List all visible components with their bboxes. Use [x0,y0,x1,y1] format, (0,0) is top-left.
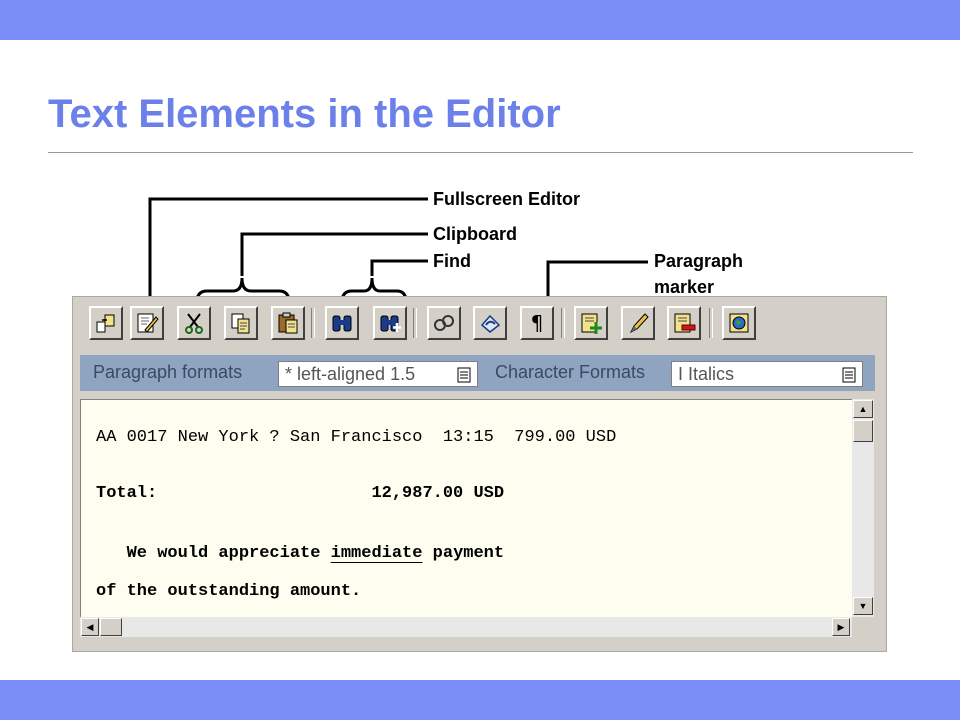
find-next-icon [380,315,401,332]
change-mode-icon [96,314,115,333]
paragraph-format-select[interactable]: * left-aligned 1.5 [278,361,478,387]
vertical-scroll-thumb[interactable] [853,420,873,442]
fullscreen-editor-icon [137,313,159,333]
bottom-band [0,680,960,720]
graphics-icon [729,313,749,333]
callout-find: Find [433,251,471,271]
callout-paragraph: Paragraph [654,251,744,271]
svg-text:¶: ¶ [531,311,544,335]
copy-button[interactable] [224,306,258,340]
paste-button[interactable] [271,306,305,340]
scroll-right-button[interactable]: ▶ [832,618,850,636]
paragraph-marker-icon: ¶ [531,311,544,335]
horizontal-scroll-thumb[interactable] [100,618,122,636]
scroll-corner [852,617,874,637]
insert-command-button[interactable] [574,306,608,340]
character-format-value: I Italics [678,364,735,384]
copy-icon [231,313,250,334]
paragraph-marker-button[interactable]: ¶ [520,306,554,340]
editor-line-outstanding: of the outstanding amount. [96,582,362,601]
vertical-scrollbar[interactable]: ▲ ▼ [852,399,874,617]
scroll-left-button[interactable]: ◀ [81,618,99,636]
scroll-up-button[interactable]: ▲ [853,400,873,418]
find-button[interactable] [325,306,359,340]
text-segment: We would appreciate [96,544,331,563]
edit-pencil-button[interactable] [621,306,655,340]
toolbar-separator [311,308,315,338]
paragraph-formats-label: Paragraph formats [93,362,243,382]
undo-icon [480,314,501,333]
graphics-button[interactable] [722,306,756,340]
change-mode-button[interactable] [89,306,123,340]
delete-line-icon [674,313,696,333]
dropdown-list-icon [842,367,856,383]
character-formats-label: Character Formats [495,362,646,382]
cut-button[interactable] [177,306,211,340]
editor-line-total: Total: 12,987.00 USD [96,484,505,503]
sap-editor-window: ¶ Paragraph formats * left-aligned 1.5 C… [72,296,887,652]
callout-clipboard: Clipboard [433,224,517,244]
editor-line-appreciate: We would appreciate immediate payment [96,544,505,563]
paste-icon [278,312,298,334]
toolbar-separator [709,308,713,338]
callout-leaders [148,197,648,300]
insert-command-icon [581,313,602,334]
format-bar: Paragraph formats * left-aligned 1.5 Cha… [80,355,875,391]
edit-pencil-icon [629,313,649,334]
dropdown-list-icon [457,367,471,383]
callout-fullscreen-editor: Fullscreen Editor [433,189,581,209]
find-next-button[interactable] [373,306,407,340]
toolbar-separator [561,308,565,338]
text-segment: payment [422,544,505,563]
delete-line-button[interactable] [667,306,701,340]
scroll-down-button[interactable]: ▼ [853,597,873,615]
fullscreen-editor-button[interactable] [130,306,164,340]
find-icon [332,315,352,332]
horizontal-scrollbar[interactable]: ◀ ▶ [80,617,852,637]
check-button[interactable] [427,306,461,340]
editor-line-flight: AA 0017 New York ? San Francisco 13:15 7… [96,428,617,447]
underlined-text: immediate [330,544,423,563]
toolbar-separator [413,308,417,338]
check-icon [434,315,454,331]
character-format-select[interactable]: I Italics [671,361,863,387]
undo-button[interactable] [473,306,507,340]
text-editor-area[interactable]: AA 0017 New York ? San Francisco 13:15 7… [80,399,852,617]
paragraph-format-value: * left-aligned 1.5 [285,364,416,384]
cut-icon [185,313,203,334]
